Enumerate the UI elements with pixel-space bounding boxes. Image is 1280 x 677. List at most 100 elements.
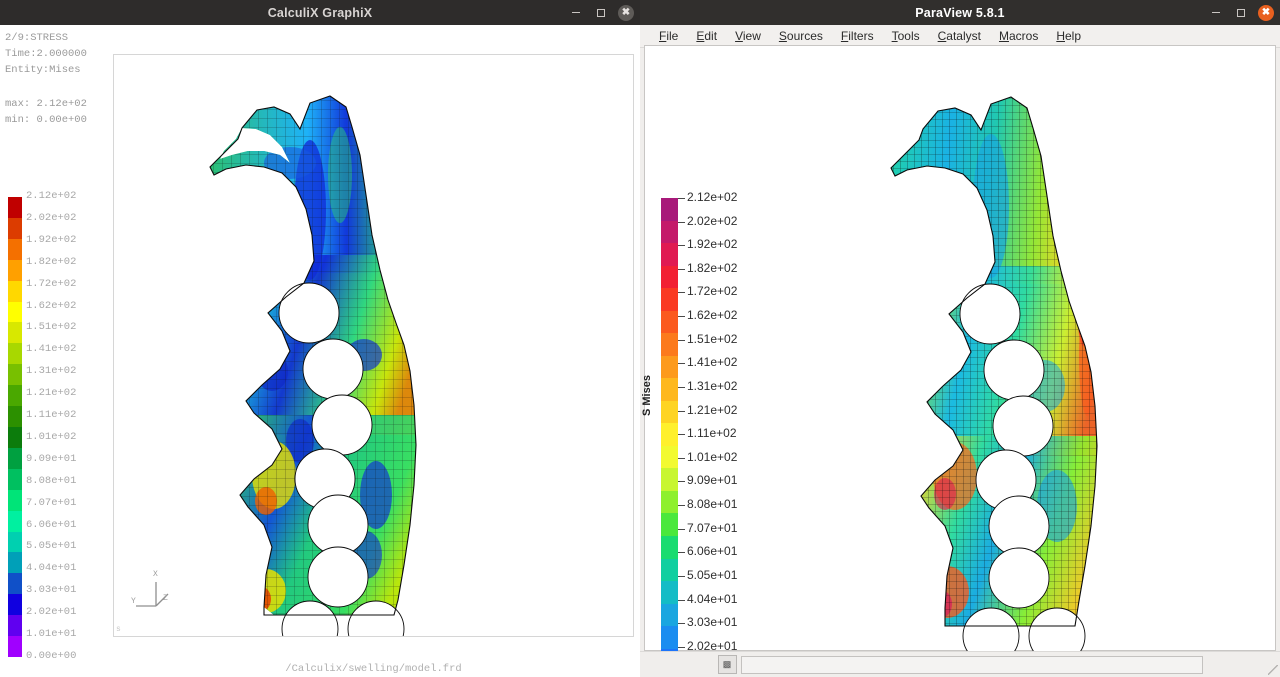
legend-tick-label: 2.02e+02: [687, 213, 738, 228]
color-swatch: [661, 400, 678, 424]
color-swatch: [8, 259, 22, 281]
desktop: CalculiX GraphiX ✖ 2/9:STRESS Time:2.000…: [0, 0, 1280, 677]
legend-tick-label: 1.31e+02: [687, 378, 738, 393]
legend-tick-label: 9.09e+01: [26, 452, 77, 465]
minimize-icon[interactable]: [1208, 5, 1224, 21]
paraview-window-title: ParaView 5.8.1: [915, 5, 1005, 20]
color-swatch: [661, 355, 678, 379]
menu-item-filters[interactable]: Filters: [832, 27, 883, 45]
calculix-color-bar-labels: 2.12e+02 2.02e+02 1.92e+02 1.82e+02 1.72e+02…: [26, 190, 106, 665]
legend-tick-label: 1.62e+02: [26, 299, 77, 312]
color-swatch: [8, 406, 22, 427]
color-swatch: [8, 280, 22, 302]
legend-tick-mark: [678, 198, 685, 199]
paraview-viewport[interactable]: 2.12e+02 2.02e+02 1.92e+02 1.82e+02 1.72e+02…: [641, 45, 1276, 677]
legend-tick-label: 3.03e+01: [26, 584, 77, 597]
color-swatch: [8, 531, 22, 553]
menu-item-sources[interactable]: Sources: [770, 27, 832, 45]
legend-tick-label: 1.62e+02: [687, 308, 738, 323]
calculix-color-bar: [8, 197, 22, 657]
legend-tick-mark: [678, 316, 685, 318]
legend-tick-mark: [678, 528, 685, 530]
legend-tick-mark: [678, 646, 685, 648]
menu-item-tools[interactable]: Tools: [883, 27, 929, 45]
legend-tick-label: 1.01e+01: [26, 628, 77, 641]
resize-grip-icon[interactable]: [1268, 665, 1278, 675]
calculix-viewport-corner-marker: s: [116, 625, 121, 634]
maximize-icon[interactable]: [1233, 5, 1249, 21]
legend-tick-label: 1.21e+02: [687, 402, 738, 417]
legend-tick-label: 4.04e+01: [26, 562, 77, 575]
calculix-titlebar[interactable]: CalculiX GraphiX ✖: [0, 0, 640, 25]
legend-tick-mark: [678, 552, 685, 554]
menu-item-edit[interactable]: Edit: [687, 27, 726, 45]
color-swatch: [661, 490, 678, 514]
legend-tick-mark: [678, 481, 685, 483]
legend-tick-label: 7.07e+01: [687, 520, 738, 535]
close-icon[interactable]: ✖: [618, 4, 634, 21]
legend-tick-mark: [678, 623, 685, 625]
legend-tick-mark: [678, 386, 685, 388]
color-swatch: [8, 343, 22, 365]
legend-tick-label: 2.02e+01: [26, 606, 77, 619]
legend-tick-label: 1.92e+02: [687, 237, 738, 252]
color-swatch: [8, 447, 22, 469]
legend-tick-label: 0.00e+00: [26, 650, 77, 662]
menu-item-view[interactable]: View: [726, 27, 770, 45]
paraview-titlebar[interactable]: ParaView 5.8.1 ✖: [640, 0, 1280, 25]
color-swatch: [8, 197, 22, 218]
legend-tick-mark: [678, 363, 685, 365]
calculix-viewport[interactable]: s X Y Z: [113, 54, 634, 637]
legend-tick-label: 1.51e+02: [26, 321, 77, 334]
menu-item-help[interactable]: Help: [1047, 27, 1090, 45]
color-swatch: [8, 364, 22, 386]
color-swatch: [661, 513, 678, 536]
legend-tick-mark: [678, 457, 685, 459]
color-swatch: [8, 301, 22, 323]
axis-label-x: X: [153, 570, 158, 579]
color-swatch: [661, 423, 678, 446]
close-icon[interactable]: ✖: [1258, 4, 1274, 21]
color-swatch: [8, 238, 22, 260]
maximize-icon[interactable]: [593, 5, 609, 21]
calculix-window: CalculiX GraphiX ✖ 2/9:STRESS Time:2.000…: [0, 0, 640, 677]
color-swatch: [8, 489, 22, 511]
legend-tick-mark: [678, 221, 685, 223]
legend-tick-mark: [678, 575, 685, 577]
legend-tick-label: 8.08e+01: [26, 474, 77, 487]
color-swatch: [661, 378, 678, 401]
progress-bar: [740, 655, 1203, 674]
legend-tick-label: 9.09e+01: [687, 473, 738, 488]
paraview-mesh-render: [890, 96, 1098, 656]
calculix-window-controls: ✖: [568, 0, 634, 25]
color-swatch: [661, 265, 678, 289]
paraview-color-bar-title: S Mises: [641, 375, 653, 416]
color-swatch: [661, 445, 678, 469]
menu-item-macros[interactable]: Macros: [990, 27, 1047, 45]
axis-triad-icon: X Y Z: [131, 570, 178, 616]
legend-tick-label: 7.07e+01: [26, 496, 77, 509]
calculix-window-title: CalculiX GraphiX: [267, 5, 373, 20]
legend-tick-label: 1.72e+02: [26, 277, 77, 290]
minimize-icon[interactable]: [568, 5, 584, 21]
stop-icon[interactable]: ▩: [717, 655, 737, 674]
legend-tick-label: 2.12e+02: [26, 190, 77, 202]
legend-tick-label: 1.31e+02: [26, 365, 77, 378]
legend-tick-label: 1.51e+02: [687, 331, 738, 346]
legend-tick-label: 1.21e+02: [26, 387, 77, 400]
menu-item-catalyst[interactable]: Catalyst: [929, 27, 990, 45]
axis-label-y: Y: [131, 597, 136, 606]
legend-tick-label: 2.02e+02: [26, 211, 77, 224]
color-swatch: [8, 615, 22, 637]
legend-tick-label: 3.03e+01: [687, 615, 738, 630]
color-swatch: [8, 594, 22, 616]
legend-tick-label: 8.08e+01: [687, 497, 738, 512]
legend-tick-mark: [678, 410, 685, 412]
color-swatch: [661, 243, 678, 266]
color-swatch: [8, 385, 22, 407]
axis-label-z: Z: [163, 594, 168, 603]
menu-item-file[interactable]: File: [650, 27, 687, 45]
legend-tick-label: 1.92e+02: [26, 233, 77, 246]
legend-tick-label: 1.82e+02: [687, 260, 738, 275]
paraview-color-bar[interactable]: [661, 198, 678, 677]
